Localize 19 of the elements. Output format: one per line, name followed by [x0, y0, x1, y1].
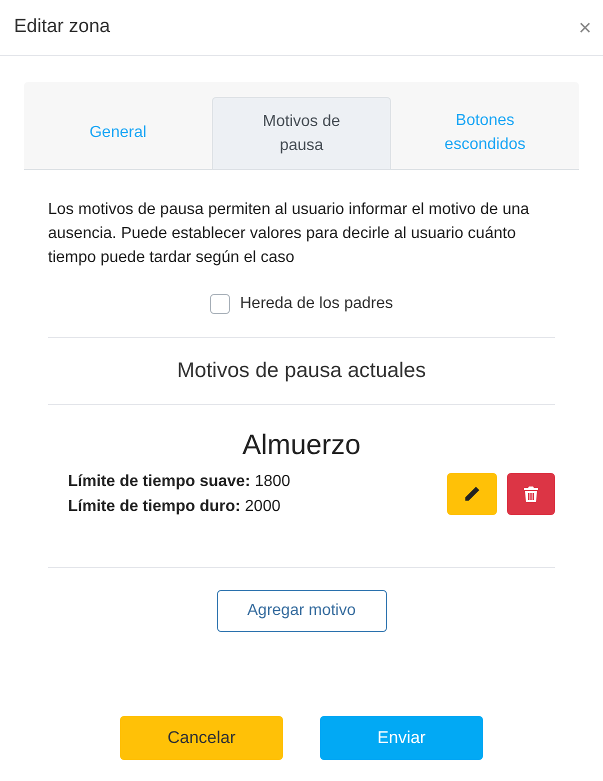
reason-field: Límite de tiempo duro: 2000: [68, 494, 290, 519]
section-title: Motivos de pausa actuales: [176, 358, 427, 384]
description-text: Los motivos de pausa permiten al usuario informar el motivo de una ausencia. Puede establecer valores para decirle al usuario cuánto tiempo puede tardar según el caso: [48, 200, 530, 268]
tab[interactable]: General: [24, 97, 212, 169]
tab[interactable]: Botones escondidos: [391, 97, 579, 169]
edit-button[interactable]: [447, 473, 497, 515]
cancel-button[interactable]: Cancelar: [120, 716, 283, 760]
pencil-icon: [463, 485, 481, 503]
submit-button[interactable]: Enviar: [320, 716, 483, 760]
reason-field: Límite de tiempo suave: 1800: [68, 469, 290, 494]
tab[interactable]: Motivos de pausa: [212, 97, 392, 169]
checkbox-label: Hereda de los padres: [240, 294, 393, 314]
close-button[interactable]: ×: [573, 16, 597, 40]
window-title: Editar zona: [14, 15, 110, 40]
add-reason-button[interactable]: Agregar motivo: [216, 590, 386, 632]
reason-title: Almuerzo: [241, 428, 362, 462]
checkbox[interactable]: [210, 294, 230, 314]
delete-button[interactable]: [507, 473, 555, 515]
trash-icon: [524, 486, 538, 502]
